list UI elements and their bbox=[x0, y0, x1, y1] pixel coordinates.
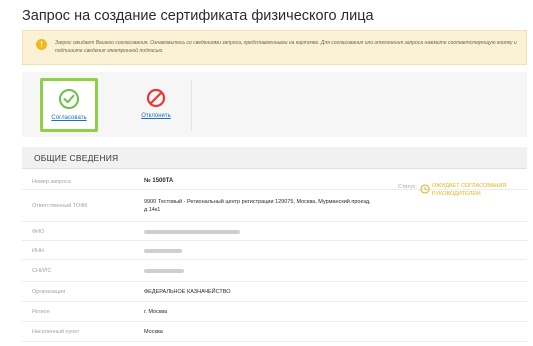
field-row-inn: ИНН bbox=[22, 241, 527, 260]
field-label: СНИЛС bbox=[32, 268, 52, 274]
field-label: Ответственный ТОФК bbox=[32, 203, 88, 209]
field-row-region: Регион г. Москва bbox=[22, 302, 527, 322]
field-label: Населенный пункт bbox=[32, 329, 80, 335]
approval-notice: ! Запрос ожидает Вашего согласования. Оз… bbox=[22, 30, 527, 65]
field-value: 9900 Тестовый - Региональный центр регис… bbox=[144, 199, 371, 213]
reject-link[interactable]: Отклонить bbox=[141, 113, 171, 119]
field-value: № 1500TA bbox=[144, 178, 174, 184]
action-divider bbox=[191, 80, 192, 130]
field-row-snils: СНИЛС bbox=[22, 260, 527, 282]
page-title: Запрос на создание сертификата физическо… bbox=[22, 8, 374, 24]
forbidden-icon bbox=[146, 88, 166, 108]
section-title: ОБЩИЕ СВЕДЕНИЯ bbox=[34, 153, 119, 163]
field-row-organization: Организация ФЕДЕРАЛЬНОЕ КАЗНАЧЕЙСТВО bbox=[22, 282, 527, 302]
notice-text: Запрос ожидает Вашего согласования. Озна… bbox=[55, 40, 517, 54]
approve-button[interactable]: Согласовать bbox=[40, 78, 98, 132]
field-value: г. Москва bbox=[144, 309, 168, 315]
field-label: ИНН bbox=[32, 248, 44, 254]
approve-link[interactable]: Согласовать bbox=[51, 115, 86, 121]
check-circle-icon bbox=[59, 89, 79, 109]
status-badge: ОЖИДАЕТ СОГЛАСОВАНИЯ РУКОВОДИТЕЛЕМ bbox=[432, 183, 507, 197]
blurred-value bbox=[144, 230, 240, 234]
blurred-value bbox=[144, 249, 182, 253]
field-label: Организация bbox=[32, 289, 66, 295]
field-label: Регион bbox=[32, 309, 50, 315]
reject-button[interactable]: Отклонить bbox=[127, 78, 185, 132]
field-row-fio: ФИО bbox=[22, 222, 527, 241]
field-row-locality: Населенный пункт Москва bbox=[22, 322, 527, 342]
clock-icon bbox=[420, 181, 430, 199]
blurred-value bbox=[144, 269, 184, 273]
status-label: Статус: bbox=[398, 184, 417, 190]
field-label: Номер запроса bbox=[32, 179, 71, 185]
field-value: ФЕДЕРАЛЬНОЕ КАЗНАЧЕЙСТВО bbox=[144, 289, 231, 295]
field-label: ФИО bbox=[32, 229, 45, 235]
section-header-general: ОБЩИЕ СВЕДЕНИЯ bbox=[22, 147, 527, 169]
warning-icon: ! bbox=[36, 39, 47, 50]
field-value: Москва bbox=[144, 329, 163, 335]
